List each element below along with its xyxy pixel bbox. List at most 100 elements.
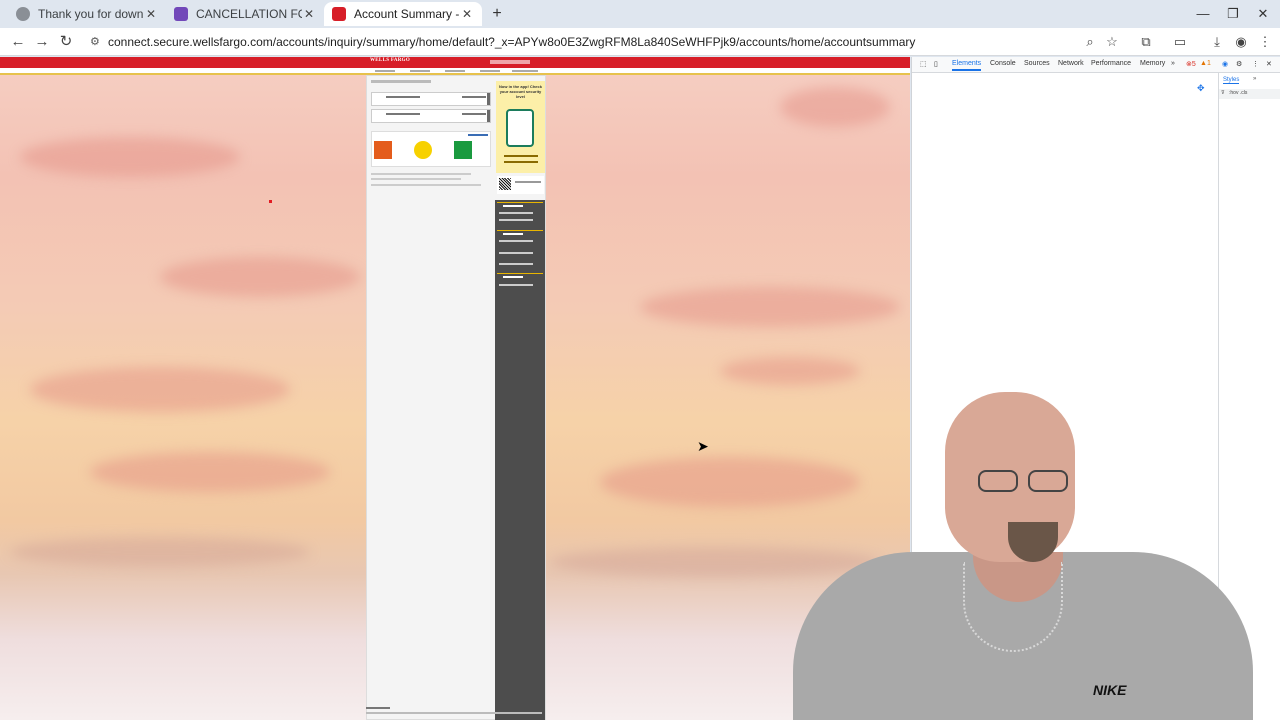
tab-console[interactable]: Console — [990, 60, 1016, 67]
menu-heading — [503, 276, 523, 278]
cast-icon[interactable]: ▭ — [1171, 33, 1189, 51]
nav-link[interactable] — [375, 70, 395, 72]
sub-navigation — [0, 68, 910, 75]
tab-thank-you[interactable]: Thank you for downloading Am ✕ — [8, 2, 166, 26]
accessibility-icon[interactable]: ✥ — [1197, 83, 1205, 94]
divider — [497, 202, 543, 203]
tab-performance[interactable]: Performance — [1091, 60, 1131, 67]
shirt-logo: NIKE — [1093, 682, 1127, 698]
menu-link[interactable] — [499, 219, 533, 221]
close-devtools-icon[interactable]: ✕ — [1266, 60, 1272, 68]
view-all-deals-link[interactable] — [468, 134, 488, 136]
more-panes-icon[interactable]: » — [1253, 76, 1256, 82]
address-bar[interactable]: ⚙ connect.secure.wellsfargo.com/accounts… — [84, 31, 1104, 53]
tab-title: Thank you for downloading Am — [38, 7, 144, 21]
devtools-menu-icon[interactable]: ⋮ — [1252, 60, 1259, 68]
footnote-text — [371, 178, 461, 180]
footnote-text — [371, 173, 471, 175]
maximize-button[interactable]: ❐ — [1218, 4, 1248, 24]
download-icon[interactable]: ⤓ — [1208, 33, 1226, 51]
warning-count-badge[interactable]: ▲1 — [1200, 60, 1211, 67]
qr-code-icon — [499, 178, 511, 190]
footer-links[interactable] — [366, 712, 542, 714]
background-cloud — [20, 137, 240, 177]
forms-icon — [174, 7, 188, 21]
menu-link[interactable] — [499, 252, 533, 254]
promo-text — [504, 161, 538, 163]
tab-title: Account Summary - WF — [354, 7, 460, 21]
close-tab-icon[interactable]: ✕ — [144, 7, 158, 21]
page-heading — [371, 80, 431, 83]
promo-text — [504, 155, 538, 157]
deals-section — [371, 131, 491, 167]
background-cloud — [30, 367, 290, 412]
header-links[interactable] — [490, 60, 530, 64]
tile-edge — [487, 93, 490, 105]
url-text: connect.secure.wellsfargo.com/accounts/i… — [108, 35, 916, 49]
menu-link[interactable] — [499, 263, 533, 265]
zoom-icon[interactable]: ⌕ — [1081, 33, 1099, 51]
new-tab-button[interactable]: + — [482, 4, 512, 24]
deal-tile[interactable] — [374, 141, 392, 159]
settings-gear-icon[interactable]: ⚙ — [1236, 60, 1242, 68]
devtools-tab-bar: ⬚ ▯ Elements Console Sources Network Per… — [912, 57, 1280, 73]
tab-title: CANCELLATION FORM — [196, 7, 302, 21]
nav-link[interactable] — [512, 70, 538, 72]
menu-link[interactable] — [499, 240, 533, 242]
tab-cancellation-form[interactable]: CANCELLATION FORM ✕ — [166, 2, 324, 26]
tab-strip: Thank you for downloading Am ✕ CANCELLAT… — [0, 0, 1280, 28]
back-arrow-icon[interactable]: ← — [8, 32, 28, 52]
right-rail-menu — [495, 200, 545, 720]
tab-elements[interactable]: Elements — [952, 60, 982, 71]
footer-text — [366, 707, 390, 709]
extensions-icon[interactable]: ⧉ — [1137, 33, 1155, 51]
webcam-overlay: NIKE — [773, 372, 1253, 720]
menu-link[interactable] — [499, 212, 533, 214]
error-count: 5 — [1191, 61, 1196, 68]
filter-toggles[interactable]: :hov .cls — [1229, 90, 1247, 96]
bookmark-star-icon[interactable]: ☆ — [1103, 33, 1121, 51]
tab-sources[interactable]: Sources — [1024, 60, 1050, 67]
error-count-badge[interactable]: ⊗5 — [1186, 60, 1196, 68]
deal-tile[interactable] — [414, 141, 432, 159]
device-toolbar-icon[interactable]: ▯ — [934, 60, 938, 68]
inspect-element-icon[interactable]: ⬚ — [920, 60, 927, 68]
styles-filter-bar[interactable]: ⊽ :hov .cls — [1219, 89, 1280, 99]
close-tab-icon[interactable]: ✕ — [460, 7, 474, 21]
deal-tile[interactable] — [454, 141, 472, 159]
tab-memory[interactable]: Memory — [1140, 60, 1165, 67]
glasses-lens — [978, 470, 1018, 492]
account-balance — [462, 113, 486, 115]
close-window-button[interactable]: ✕ — [1248, 4, 1278, 24]
tab-network[interactable]: Network — [1058, 60, 1084, 67]
customize-icon[interactable]: ◉ — [1222, 60, 1228, 68]
more-tabs-button[interactable]: » — [1171, 60, 1175, 67]
styles-tab[interactable]: Styles — [1223, 77, 1240, 84]
phone-illustration — [506, 109, 534, 147]
background-cloud — [10, 537, 310, 567]
wells-fargo-favicon-icon — [332, 7, 346, 21]
browser-toolbar: ← → ↻ ⚙ connect.secure.wellsfargo.com/ac… — [0, 28, 1280, 56]
background-cloud — [160, 257, 360, 297]
menu-link[interactable] — [499, 284, 533, 286]
tab-account-summary[interactable]: Account Summary - WF ✕ — [324, 2, 482, 26]
nav-link[interactable] — [445, 70, 465, 72]
filter-icon: ⊽ — [1221, 90, 1225, 96]
app-promo-card[interactable]: Now in the app! Check your account secur… — [496, 81, 545, 173]
close-tab-icon[interactable]: ✕ — [302, 7, 316, 21]
checking-account-tile[interactable] — [371, 92, 491, 106]
qr-code-card — [497, 176, 544, 194]
wells-fargo-logo[interactable]: WELLS FARGO — [370, 58, 410, 63]
reload-icon[interactable]: ↻ — [56, 32, 76, 52]
menu-kebab-icon[interactable]: ⋮ — [1256, 33, 1274, 51]
mouse-cursor-icon: ➤ — [697, 438, 709, 454]
nav-link[interactable] — [410, 70, 430, 72]
site-info-icon[interactable]: ⚙ — [90, 35, 100, 48]
forward-arrow-icon[interactable]: → — [32, 32, 52, 52]
savings-account-tile[interactable] — [371, 109, 491, 123]
background-cloud — [640, 287, 900, 327]
profile-icon[interactable]: ◉ — [1232, 33, 1250, 51]
nav-link[interactable] — [480, 70, 500, 72]
tile-edge — [487, 110, 490, 122]
minimize-button[interactable]: — — [1188, 4, 1218, 24]
